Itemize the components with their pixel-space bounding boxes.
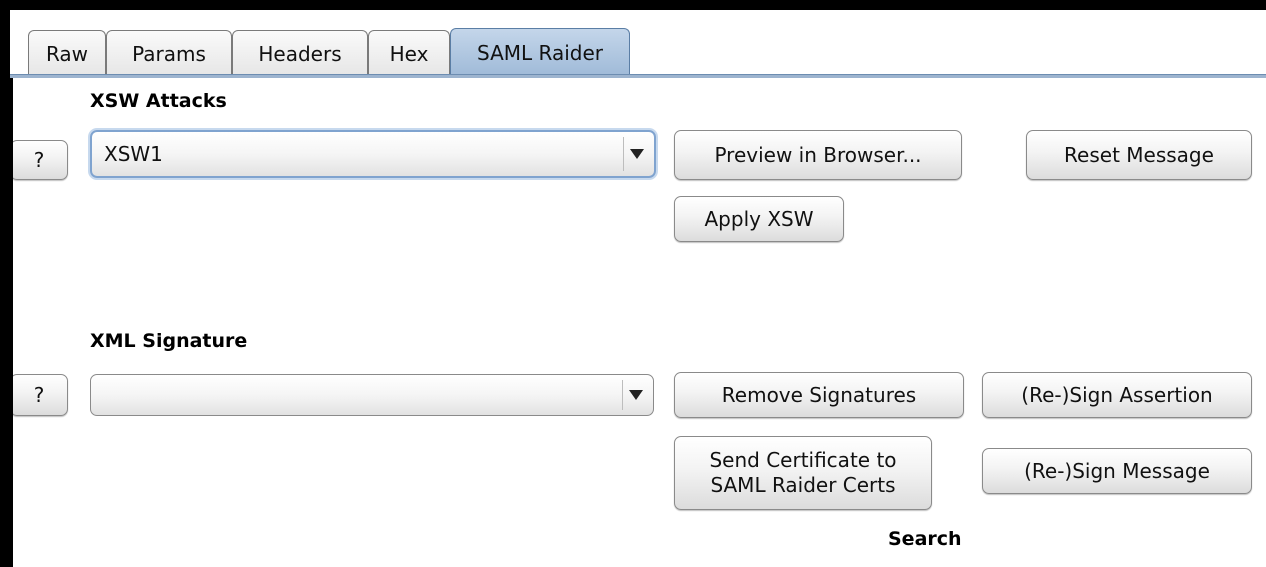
chevron-down-icon[interactable]	[622, 380, 649, 410]
button-label: Reset Message	[1064, 142, 1214, 167]
tab-label: Headers	[258, 41, 342, 66]
reset-message-button[interactable]: Reset Message	[1026, 130, 1252, 180]
certificate-select[interactable]	[90, 374, 654, 416]
xsw-help-button[interactable]: ?	[10, 140, 68, 180]
chevron-down-icon[interactable]	[623, 137, 650, 171]
tab-hex[interactable]: Hex	[368, 30, 450, 76]
help-label: ?	[33, 382, 45, 407]
tab-saml-raider[interactable]: SAML Raider	[450, 28, 630, 76]
button-label: (Re-)Sign Message	[1024, 458, 1210, 483]
tab-label: Hex	[389, 41, 429, 66]
tab-params[interactable]: Params	[106, 30, 232, 76]
saml-raider-panel: Raw Params Headers Hex SAML Raider XSW A…	[10, 10, 1266, 567]
help-label: ?	[33, 147, 45, 172]
apply-xsw-button[interactable]: Apply XSW	[674, 196, 844, 242]
resign-message-button[interactable]: (Re-)Sign Message	[982, 448, 1252, 494]
tab-label: SAML Raider	[477, 40, 603, 65]
preview-in-browser-button[interactable]: Preview in Browser...	[674, 130, 962, 180]
tab-divider	[10, 74, 1266, 78]
button-label-line2: SAML Raider Certs	[710, 473, 896, 497]
message-tabs: Raw Params Headers Hex SAML Raider	[10, 10, 1266, 78]
panel-left-border	[10, 78, 13, 567]
tab-label: Raw	[45, 41, 89, 66]
send-certificate-button[interactable]: Send Certificate to SAML Raider Certs	[674, 436, 932, 510]
tab-raw[interactable]: Raw	[28, 30, 106, 76]
button-label: (Re-)Sign Assertion	[1021, 382, 1213, 407]
xsw-attacks-heading: XSW Attacks	[90, 90, 227, 112]
tab-label: Params	[132, 41, 206, 66]
button-label-line1: Send Certificate to	[709, 448, 897, 472]
button-label: Preview in Browser...	[714, 142, 922, 167]
search-label: Search	[888, 528, 962, 550]
tab-headers[interactable]: Headers	[232, 30, 368, 76]
xsw-select[interactable]: XSW1	[90, 130, 656, 178]
xsw-select-value: XSW1	[104, 142, 163, 166]
signature-help-button[interactable]: ?	[10, 374, 68, 416]
remove-signatures-button[interactable]: Remove Signatures	[674, 372, 964, 418]
xml-signature-heading: XML Signature	[90, 330, 248, 352]
button-label: Apply XSW	[704, 206, 814, 231]
resign-assertion-button[interactable]: (Re-)Sign Assertion	[982, 372, 1252, 418]
button-label: Remove Signatures	[721, 382, 917, 407]
